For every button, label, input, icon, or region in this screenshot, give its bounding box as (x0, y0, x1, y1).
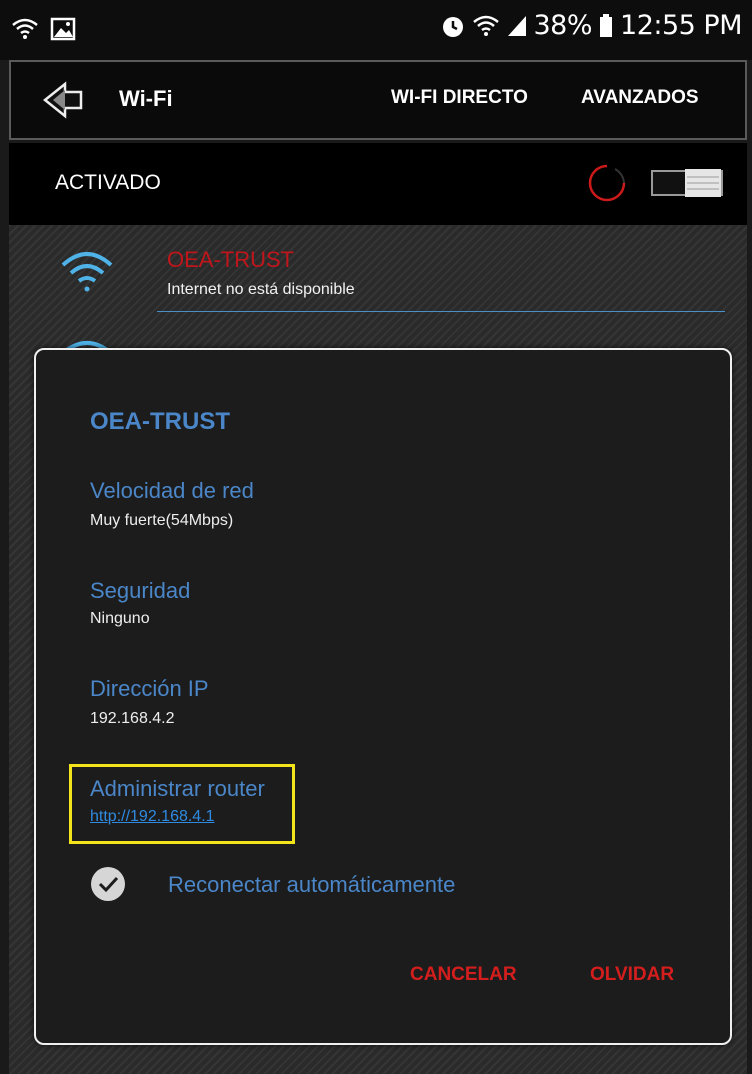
manage-router-label: Administrar router (90, 776, 265, 801)
speed-label: Velocidad de red (90, 478, 254, 503)
divider (157, 311, 725, 312)
loading-spinner-icon (588, 164, 626, 202)
wifi-icon (12, 18, 38, 39)
ip-address-label: Dirección IP (90, 676, 209, 701)
page-title: Wi-Fi (119, 86, 173, 111)
network-status: Internet no está disponible (167, 281, 355, 298)
wifi-signal-icon (61, 252, 113, 292)
network-details-dialog: OEA-TRUST Velocidad de red Muy fuerte(54… (34, 348, 732, 1045)
advanced-button[interactable]: AVANZADOS (581, 87, 699, 109)
checkmark-icon[interactable] (90, 866, 126, 902)
back-arrow-icon[interactable] (41, 78, 85, 122)
cancel-button[interactable]: CANCELAR (410, 964, 517, 986)
security-label: Seguridad (90, 578, 191, 603)
security-value: Ninguno (90, 610, 150, 627)
battery-icon (600, 13, 613, 37)
router-link[interactable]: http://192.168.4.1 (90, 808, 215, 826)
action-bar: Wi-Fi WI-FI DIRECTO AVANZADOS (9, 60, 747, 140)
image-icon (50, 17, 76, 41)
clock: 12:55 PM (620, 10, 742, 41)
wifi-toggle-switch[interactable] (651, 167, 723, 199)
signal-icon (507, 15, 526, 36)
speed-value: Muy fuerte(54Mbps) (90, 512, 234, 529)
wifi-switch-row[interactable]: ACTIVADO (9, 143, 747, 225)
wifi-icon (472, 15, 499, 36)
dialog-title: OEA-TRUST (90, 408, 230, 435)
auto-reconnect-label[interactable]: Reconectar automáticamente (168, 872, 455, 898)
wifi-switch-label: ACTIVADO (55, 171, 161, 194)
network-name: OEA-TRUST (167, 247, 295, 272)
ip-address-value: 192.168.4.2 (90, 710, 175, 727)
alarm-icon (442, 16, 463, 37)
forget-button[interactable]: OLVIDAR (590, 964, 674, 986)
battery-percentage: 38% (533, 10, 593, 41)
status-bar: 38% 12:55 PM (0, 0, 752, 60)
wifi-direct-button[interactable]: WI-FI DIRECTO (391, 87, 528, 109)
